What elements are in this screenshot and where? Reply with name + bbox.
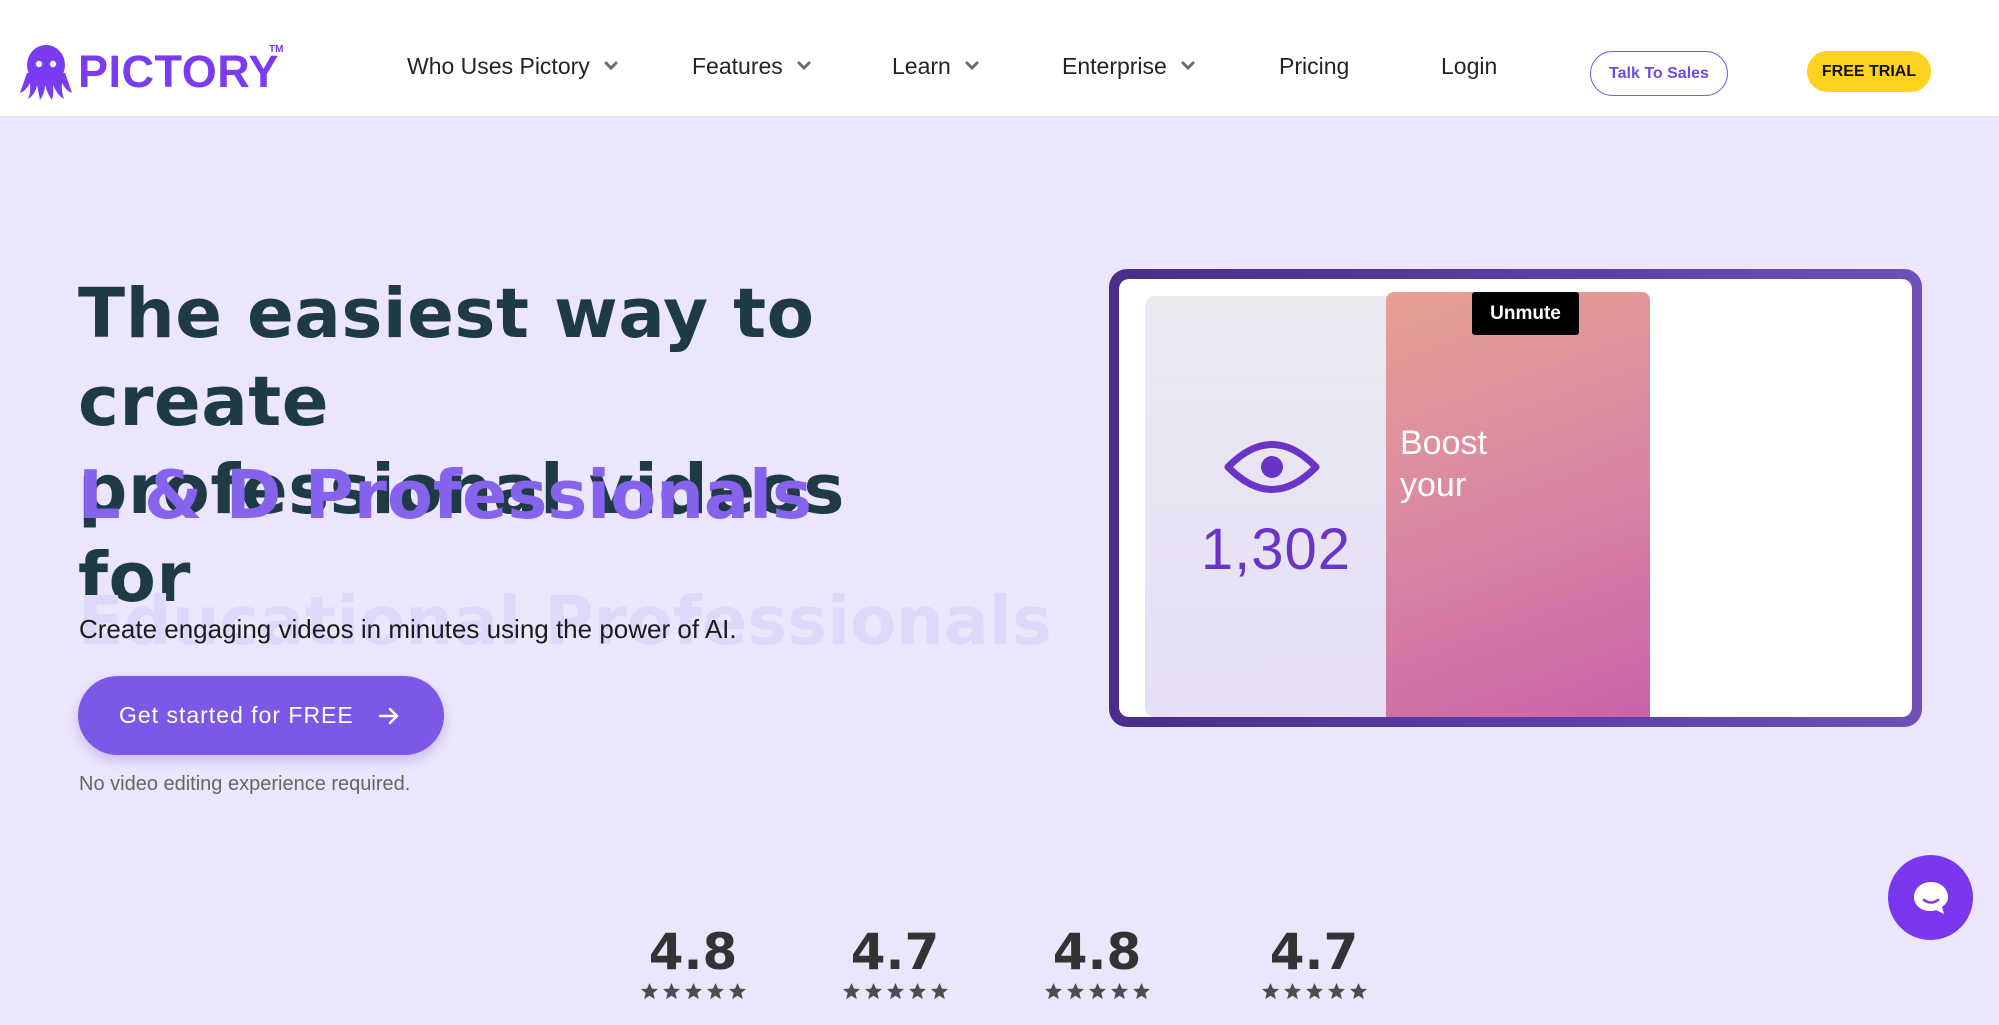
video-preview-frame: 1,302 Boost your Unmute bbox=[1109, 269, 1922, 727]
nav-pricing[interactable]: Pricing bbox=[1279, 49, 1349, 83]
rating-block: 4.8 bbox=[1037, 922, 1157, 1001]
star-icon bbox=[662, 982, 680, 1000]
rating-stars bbox=[633, 982, 753, 1001]
star-icon bbox=[728, 982, 746, 1000]
nav-item-label: Login bbox=[1441, 52, 1498, 79]
hero-title-line: The easiest way to create bbox=[78, 274, 815, 442]
star-icon bbox=[1088, 982, 1106, 1000]
star-icon bbox=[706, 982, 724, 1000]
hero-note: No video editing experience required. bbox=[79, 773, 411, 795]
star-icon bbox=[1349, 982, 1367, 1000]
rating-stars bbox=[835, 982, 955, 1001]
star-icon bbox=[1261, 982, 1279, 1000]
cta-label: Get started for FREE bbox=[119, 702, 354, 728]
rating-value: 4.7 bbox=[1269, 923, 1359, 981]
get-started-button[interactable]: Get started for FREE bbox=[78, 676, 444, 755]
rating-stars bbox=[1037, 982, 1157, 1001]
chat-launcher-button[interactable] bbox=[1888, 855, 1973, 940]
star-icon bbox=[1066, 982, 1084, 1000]
brand-name: PICTORY bbox=[78, 46, 280, 97]
talk-to-sales-button[interactable]: Talk To Sales bbox=[1590, 51, 1728, 96]
chevron-down-icon bbox=[604, 61, 618, 71]
star-icon bbox=[1327, 982, 1345, 1000]
star-icon bbox=[1110, 982, 1128, 1000]
nav-login[interactable]: Login bbox=[1441, 49, 1497, 83]
boost-text: Boost your bbox=[1400, 422, 1620, 506]
star-icon bbox=[1305, 982, 1323, 1000]
eye-icon bbox=[1224, 441, 1320, 493]
site-header: PICTORY TM Who Uses Pictory Features Lea… bbox=[0, 0, 1999, 117]
boost-card: Boost your bbox=[1386, 292, 1650, 717]
arrow-right-icon bbox=[378, 707, 398, 724]
nav-learn[interactable]: Learn bbox=[892, 49, 979, 83]
free-trial-button[interactable]: FREE TRIAL bbox=[1807, 51, 1931, 92]
rating-value: 4.8 bbox=[1052, 923, 1142, 981]
star-icon bbox=[640, 982, 658, 1000]
rating-stars bbox=[1254, 982, 1374, 1001]
hero-title: The easiest way to create professional v… bbox=[78, 270, 978, 622]
chevron-down-icon bbox=[1181, 61, 1195, 71]
star-icon bbox=[1044, 982, 1062, 1000]
star-icon bbox=[1283, 982, 1301, 1000]
star-icon bbox=[930, 982, 948, 1000]
nav-item-label: Who Uses Pictory bbox=[407, 52, 590, 79]
star-icon bbox=[684, 982, 702, 1000]
chat-bubble-icon bbox=[1913, 881, 1948, 914]
hero-rotating-audience: L & D Professionals bbox=[78, 456, 812, 534]
nav-item-label: Features bbox=[692, 52, 783, 79]
unmute-button[interactable]: Unmute bbox=[1472, 292, 1579, 335]
chevron-down-icon bbox=[797, 61, 811, 71]
star-icon bbox=[1132, 982, 1150, 1000]
trademark-mark: TM bbox=[269, 44, 284, 55]
rating-value: 4.7 bbox=[850, 923, 940, 981]
nav-who-uses-pictory[interactable]: Who Uses Pictory bbox=[407, 49, 618, 83]
boost-line: Boost bbox=[1400, 424, 1487, 462]
rating-value: 4.8 bbox=[648, 923, 738, 981]
star-icon bbox=[864, 982, 882, 1000]
views-card: 1,302 bbox=[1145, 296, 1407, 717]
rating-block: 4.7 bbox=[835, 922, 955, 1001]
boost-line: your bbox=[1400, 466, 1467, 504]
star-icon bbox=[908, 982, 926, 1000]
rating-block: 4.7 bbox=[1254, 922, 1374, 1001]
nav-features[interactable]: Features bbox=[692, 49, 811, 83]
view-count: 1,302 bbox=[1200, 517, 1352, 582]
chevron-down-icon bbox=[965, 61, 979, 71]
star-icon bbox=[886, 982, 904, 1000]
pictory-logo[interactable]: PICTORY TM bbox=[18, 42, 283, 102]
octopus-logo-icon bbox=[20, 45, 72, 100]
hero-subtitle: Create engaging videos in minutes using … bbox=[79, 614, 737, 644]
nav-item-label: Pricing bbox=[1279, 52, 1350, 79]
star-icon bbox=[842, 982, 860, 1000]
nav-item-label: Enterprise bbox=[1062, 52, 1167, 79]
rating-block: 4.8 bbox=[633, 922, 753, 1001]
nav-item-label: Learn bbox=[892, 52, 951, 79]
nav-enterprise[interactable]: Enterprise bbox=[1062, 49, 1195, 83]
video-preview[interactable]: 1,302 Boost your Unmute bbox=[1119, 279, 1912, 717]
